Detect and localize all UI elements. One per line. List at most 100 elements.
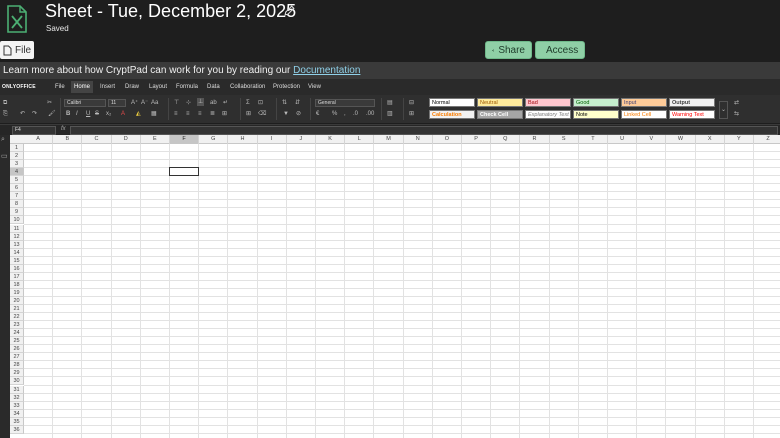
column-header-p[interactable]: P [462,135,492,144]
change-case-icon[interactable]: Aa [151,99,158,107]
subscript-icon[interactable]: x₂ [106,110,111,118]
document-title[interactable]: Sheet - Tue, December 2, 2025 [45,1,296,22]
decrease-decimal-icon[interactable]: .00 [366,110,374,118]
access-button[interactable]: Access [535,41,585,59]
row-header-32[interactable]: 32 [10,393,24,402]
align-left-icon[interactable]: ≡ [174,110,178,118]
row-header-34[interactable]: 34 [10,409,24,418]
insert-cells-icon[interactable]: ⊞ [246,110,251,118]
format-as-table-icon[interactable]: ⊟ [409,99,414,107]
strikethrough-icon[interactable]: S [95,110,99,118]
row-header-21[interactable]: 21 [10,305,24,314]
increase-font-icon[interactable]: A⁺ [131,99,138,107]
insert-rows-icon[interactable]: ⇄ [734,99,739,107]
column-header-h[interactable]: H [228,135,258,144]
increase-decimal-icon[interactable]: .0 [353,110,358,118]
cell-style-good[interactable]: Good [573,98,619,107]
filter-icon[interactable]: ▼ [283,110,289,118]
row-header-29[interactable]: 29 [10,369,24,378]
cell-style-explanatory-text[interactable]: Explanatory Text [525,110,571,119]
row-header-26[interactable]: 26 [10,345,24,354]
column-header-l[interactable]: L [345,135,375,144]
column-header-b[interactable]: B [53,135,83,144]
clear-filter-icon[interactable]: ⊘ [296,110,301,118]
row-header-31[interactable]: 31 [10,385,24,394]
text-orientation-icon[interactable]: ab [210,99,217,107]
row-header-33[interactable]: 33 [10,401,24,410]
row-header-2[interactable]: 2 [10,152,24,161]
row-header-23[interactable]: 23 [10,321,24,330]
tab-layout[interactable]: Layout [146,81,170,93]
fill-color-icon[interactable]: ◭ [136,110,141,118]
font-name-select[interactable]: Calibri [64,99,106,107]
row-header-4[interactable]: 4 [10,168,24,177]
cell-style-calculation[interactable]: Calculation [429,110,475,119]
column-header-r[interactable]: R [520,135,550,144]
bold-icon[interactable]: B [66,110,70,118]
copy-icon[interactable]: ⧉ [3,99,7,107]
comments-icon[interactable]: ▭ [1,152,8,160]
tab-insert[interactable]: Insert [97,81,118,93]
column-header-c[interactable]: C [82,135,112,144]
row-header-7[interactable]: 7 [10,192,24,201]
underline-icon[interactable]: U [86,110,90,118]
delete-rows-icon[interactable]: ⇆ [734,110,739,118]
row-header-17[interactable]: 17 [10,272,24,281]
cell-style-neutral[interactable]: Neutral [477,98,523,107]
search-icon[interactable]: ⌕ [1,136,5,144]
merge-cells-icon[interactable]: ⊞ [222,110,227,118]
row-header-1[interactable]: 1 [10,144,24,153]
row-header-10[interactable]: 10 [10,216,24,225]
active-cell[interactable] [169,167,200,177]
column-header-x[interactable]: X [696,135,725,144]
named-ranges-icon[interactable]: ⊡ [258,99,263,107]
tab-collaboration[interactable]: Collaboration [227,81,268,93]
column-header-v[interactable]: V [637,135,667,144]
row-header-14[interactable]: 14 [10,248,24,257]
formula-input[interactable] [70,126,778,135]
column-header-e[interactable]: E [141,135,170,144]
clear-icon[interactable]: ⌫ [258,110,266,118]
accounting-format-icon[interactable]: € [316,110,319,118]
file-button[interactable]: File [0,41,34,59]
cell-style-warning-text[interactable]: Warning Text [669,110,715,119]
column-header-n[interactable]: N [404,135,433,144]
row-header-12[interactable]: 12 [10,232,24,241]
row-header-36[interactable]: 36 [10,425,24,434]
align-center-icon[interactable]: ≡ [186,110,190,118]
cut-icon[interactable]: ✂ [47,99,52,107]
sort-ascending-icon[interactable]: ⇅ [282,99,287,107]
borders-icon[interactable]: ▦ [151,110,157,118]
tab-data[interactable]: Data [204,81,223,93]
sum-icon[interactable]: Σ [246,99,250,107]
number-format-select[interactable]: General [315,99,375,107]
column-header-y[interactable]: Y [725,135,754,144]
column-header-z[interactable]: Z [754,135,780,144]
paste-icon[interactable]: ⎘ [3,110,8,118]
cell-style-check-cell[interactable]: Check Cell [477,110,523,119]
row-header-24[interactable]: 24 [10,329,24,338]
styles-expand-icon[interactable]: ⌄ [719,101,728,119]
spreadsheet-grid[interactable]: ABCDEFGHIJKLMNOPQRSTUVWXYZ 1 2 3 4 5 6 7 8 9 10 11… [10,135,780,438]
column-header-t[interactable]: T [579,135,608,144]
align-middle-icon[interactable]: ⊹ [186,99,191,107]
cell-style-note[interactable]: Note [573,110,619,119]
column-header-d[interactable]: D [112,135,141,144]
row-header-35[interactable]: 35 [10,417,24,426]
cell-area[interactable] [24,144,780,438]
justify-icon[interactable]: ≣ [210,110,215,118]
row-header-20[interactable]: 20 [10,296,24,305]
decrease-font-icon[interactable]: A⁻ [141,99,148,107]
row-header-27[interactable]: 27 [10,353,24,362]
row-header-11[interactable]: 11 [10,224,24,233]
documentation-link[interactable]: Documentation [293,65,360,76]
column-header-s[interactable]: S [550,135,579,144]
name-box[interactable]: F4 [12,126,56,135]
font-color-icon[interactable]: A [121,110,125,118]
column-header-u[interactable]: U [608,135,638,144]
insert-function-icon[interactable]: fx [61,126,66,132]
column-header-f[interactable]: F [170,135,200,144]
cell-settings-icon[interactable]: ▥ [387,110,393,118]
font-size-select[interactable]: 11 [108,99,126,107]
cell-style-normal[interactable]: Normal [429,98,475,107]
